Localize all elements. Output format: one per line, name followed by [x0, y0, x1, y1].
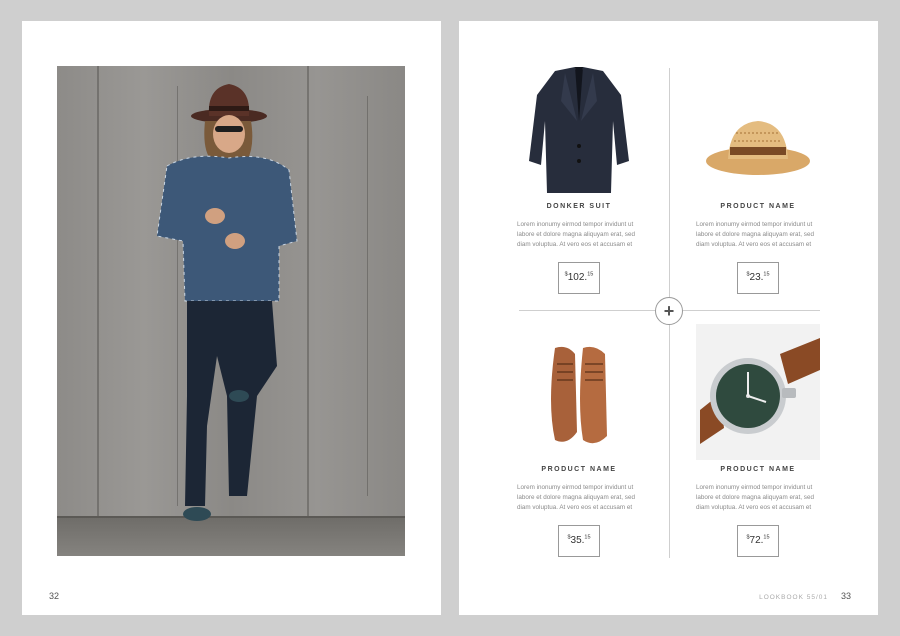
page-number-left: 32	[49, 591, 60, 601]
product-price: $35.15	[558, 525, 600, 557]
product-description: Lorem inonumy eirmod tempor invidunt ut …	[696, 484, 814, 511]
product-image	[517, 324, 641, 460]
left-page: 32	[22, 21, 441, 615]
product-image	[696, 324, 820, 460]
product-price: $23.15	[737, 262, 779, 294]
leather-shoes-icon	[551, 346, 607, 444]
wristwatch-icon	[700, 338, 820, 444]
model-photo	[57, 66, 405, 556]
suit-jacket-icon	[529, 67, 629, 193]
product-card: PRODUCT NAME Lorem inonumy eirmod tempor…	[517, 324, 641, 557]
lookbook-footer-title: LOOKBOOK 55/01	[759, 594, 828, 601]
page-number-right: 33	[840, 591, 851, 601]
product-name: PRODUCT NAME	[720, 466, 796, 473]
product-image	[696, 61, 820, 197]
product-image	[517, 61, 641, 197]
product-card: PRODUCT NAME Lorem inonumy eirmod tempor…	[696, 61, 820, 294]
product-name: DONKER SUIT	[546, 203, 612, 210]
product-name: PRODUCT NAME	[720, 203, 796, 210]
model-figure	[156, 84, 298, 521]
right-page: + DONKER SUIT Lorem inonumy eirmod tempo…	[459, 21, 878, 615]
product-description: Lorem inonumy eirmod tempor invidunt ut …	[517, 221, 635, 248]
product-description: Lorem inonumy eirmod tempor invidunt ut …	[696, 221, 814, 248]
product-card: PRODUCT NAME Lorem inonumy eirmod tempor…	[696, 324, 820, 557]
straw-hat-icon	[706, 121, 810, 175]
product-price: $72.15	[737, 525, 779, 557]
product-description: Lorem inonumy eirmod tempor invidunt ut …	[517, 484, 635, 511]
product-price: $102.15	[558, 262, 600, 294]
plus-icon: +	[655, 297, 683, 325]
product-name: PRODUCT NAME	[541, 466, 617, 473]
product-card: DONKER SUIT Lorem inonumy eirmod tempor …	[517, 61, 641, 294]
